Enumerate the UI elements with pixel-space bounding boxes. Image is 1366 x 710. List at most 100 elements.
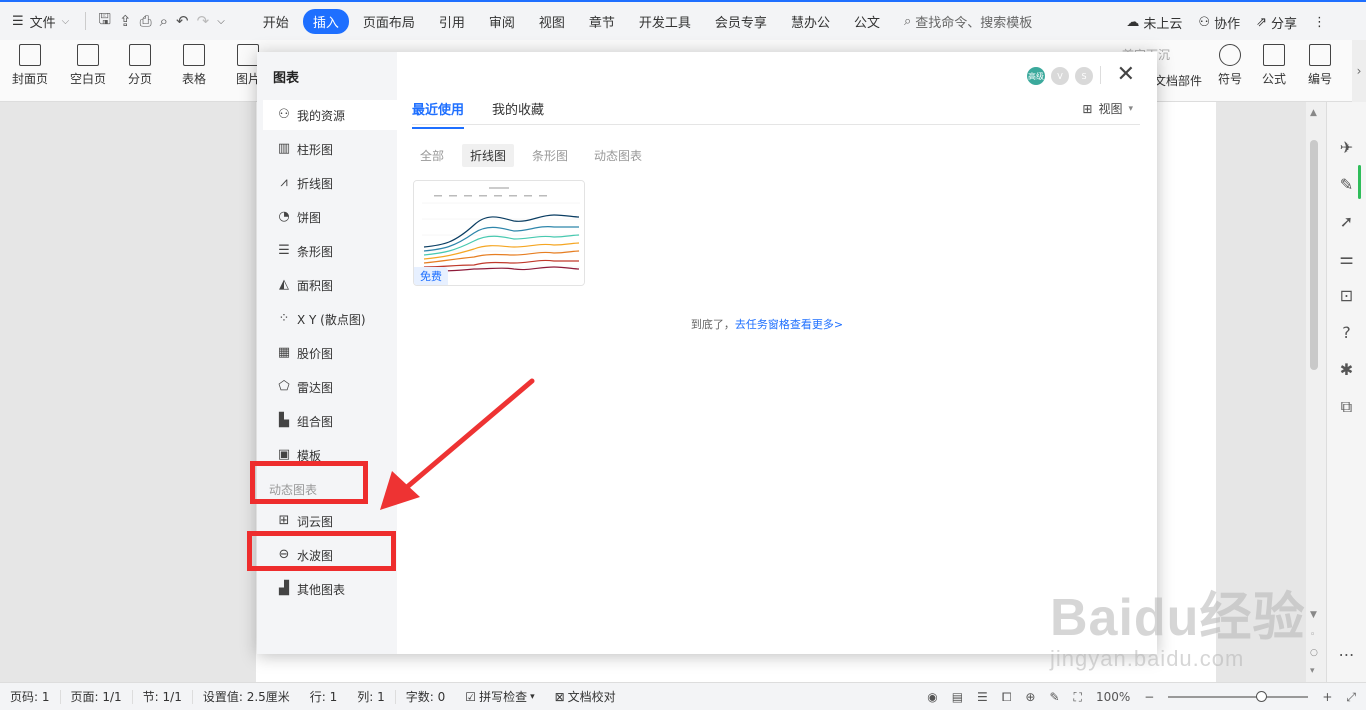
help-icon[interactable]: ? [1342,323,1351,342]
cursor-icon[interactable]: ➚ [1340,212,1353,231]
ribbon-scroll-right-icon[interactable]: › [1352,40,1366,102]
rocket-icon[interactable]: ✈ [1340,138,1353,157]
nav-pie-chart[interactable]: ◔ 饼图 [263,202,397,232]
tab-view[interactable]: 视图 [529,9,575,34]
formula-button[interactable]: 公式 [1262,44,1286,87]
command-search[interactable]: ⌕ 查找命令、搜索模板 [904,12,1032,31]
status-page-number[interactable]: 页码: 1 [0,689,61,704]
divider [85,12,87,30]
vertical-scrollbar[interactable]: ▲ ▼ ◦ ○ ▾ [1306,102,1326,682]
tab-section[interactable]: 章节 [579,9,625,34]
cloud-button[interactable]: ☁ 未上云 [1126,13,1182,32]
redo-icon[interactable]: ↷ [197,12,210,30]
outline-view-icon[interactable]: ☰ [977,690,988,704]
status-bar: 页码: 1 页面: 1/1 节: 1/1 设置值: 2.5厘米 行: 1 列: … [0,682,1366,710]
chart-template-card[interactable]: 免费 [413,180,585,286]
fullscreen-icon[interactable]: ⤢ [1346,690,1356,705]
filter-bar-chart[interactable]: 条形图 [524,144,576,167]
tab-insert[interactable]: 插入 [302,8,349,34]
select-browse-icon[interactable]: ○ [1310,648,1318,658]
fit-window-icon[interactable]: ⛶ [1074,690,1082,705]
nav-column-chart[interactable]: ▥ 柱形图 [263,134,397,164]
write-mode-icon[interactable]: ✎ [1049,690,1059,704]
table-icon [183,44,205,66]
zoom-slider-knob[interactable] [1255,691,1267,702]
zoom-out-icon[interactable]: − [1144,690,1154,704]
export-icon[interactable]: ⇪ [119,12,132,30]
nav-other-charts[interactable]: ▟ 其他图表 [263,574,397,604]
prev-page-icon[interactable]: ◦ [1310,630,1315,640]
proofread-icon: ⊠ [554,689,565,704]
web-view-icon[interactable]: ⊕ [1025,690,1035,704]
status-pages[interactable]: 页面: 1/1 [61,689,133,704]
more-quick-icon[interactable]: ⌵ [217,16,225,27]
task-pane-link[interactable]: 去任务窗格查看更多> [735,318,843,331]
nav-my-resources[interactable]: ⚇ 我的资源 [263,100,397,130]
eye-icon[interactable]: ◉ [927,690,937,704]
file-menu-button[interactable]: ☰ 文件 ⌵ [0,2,81,40]
close-icon[interactable]: ✕ [1117,62,1135,87]
sliders-icon[interactable]: ⚌ [1339,249,1353,268]
blank-page-button[interactable]: 空白页 [70,44,106,87]
tab-start[interactable]: 开始 [253,9,299,34]
save-icon[interactable]: 🖫 [98,9,111,34]
image-check-icon[interactable]: ⊡ [1340,286,1353,305]
status-col[interactable]: 列: 1 [347,689,396,704]
undo-icon[interactable]: ↶ [176,12,189,30]
tab-review[interactable]: 审阅 [479,9,525,34]
doc-parts-button[interactable]: 文档部件 [1154,72,1202,89]
page-view-icon[interactable]: ▤ [952,690,963,704]
view-button[interactable]: ⊞ 视图 ▾ [1082,100,1133,117]
page-break-button[interactable]: 分页 [128,44,152,87]
nav-bar-chart[interactable]: ☰ 条形图 [263,236,397,266]
scroll-thumb[interactable] [1310,140,1318,370]
zoom-slider[interactable] [1168,691,1309,702]
scroll-down-icon[interactable]: ▼ [1310,610,1317,620]
cover-page-button[interactable]: 封面页 [12,44,48,87]
status-setting[interactable]: 设置值: 2.5厘米 [193,690,300,704]
tab-official-doc[interactable]: 公文 [844,9,890,34]
nav-scatter-chart[interactable]: ⁘ X Y (散点图) [263,304,397,334]
symbol-button[interactable]: 符号 [1218,44,1242,87]
filter-dynamic[interactable]: 动态图表 [586,144,650,167]
status-section[interactable]: 节: 1/1 [133,689,193,704]
tab-page-layout[interactable]: 页面布局 [353,9,425,34]
lightbulb-icon[interactable]: ✱ [1340,360,1353,379]
status-words[interactable]: 字数: 0 [396,690,456,704]
zoom-in-icon[interactable]: + [1322,690,1332,704]
numbering-icon [1309,44,1331,66]
zoom-level[interactable]: 100% [1096,690,1130,704]
scroll-up-icon[interactable]: ▲ [1310,108,1317,118]
reading-view-icon[interactable]: ⧠ [1002,690,1012,705]
proofread-button[interactable]: ⊠ 文档校对 [545,690,626,704]
print-icon[interactable]: ⎙ [140,12,152,30]
dialog-main: 高级 V S ✕ 最近使用 我的收藏 ⊞ 视图 ▾ 全部 折线图 条形图 动态图… [397,52,1157,654]
pen-icon[interactable]: ✎ [1340,175,1353,194]
tab-references[interactable]: 引用 [429,9,475,34]
avatar[interactable]: 高级 [1027,67,1045,85]
omega-icon [1219,44,1241,66]
collab-button[interactable]: ⚇ 协作 [1198,13,1240,32]
numbering-button[interactable]: 编号 [1308,44,1332,87]
filter-all[interactable]: 全部 [412,144,452,167]
nav-area-chart[interactable]: ◭ 面积图 [263,270,397,300]
more-icon[interactable]: ⋮ [1313,15,1326,30]
coin-icon[interactable]: S [1075,67,1093,85]
preview-icon[interactable]: ⌕ [160,12,168,30]
tab-smart-office[interactable]: 慧办公 [781,9,840,34]
status-right: ◉ ▤ ☰ ⧠ ⊕ ✎ ⛶ 100% − + ⤢ [927,683,1356,710]
tab-member[interactable]: 会员专享 [705,9,777,34]
nav-stock-chart[interactable]: ▦ 股价图 [263,338,397,368]
more-dots-icon[interactable]: ⋯ [1339,645,1355,664]
vip-icon[interactable]: V [1051,67,1069,85]
status-row[interactable]: 行: 1 [300,690,348,704]
nav-line-chart[interactable]: ⩘ 折线图 [263,168,397,198]
tab-developer[interactable]: 开发工具 [629,9,701,34]
table-button[interactable]: 表格 [182,44,206,87]
filter-line[interactable]: 折线图 [462,144,515,167]
share-button[interactable]: ⇗ 分享 [1256,13,1297,32]
next-page-icon[interactable]: ▾ [1310,666,1315,676]
book-icon[interactable]: ⧉ [1341,397,1352,417]
grid-icon: ⊞ [1082,101,1093,116]
spell-check-button[interactable]: ☑ 拼写检查 ▾ [455,690,544,704]
